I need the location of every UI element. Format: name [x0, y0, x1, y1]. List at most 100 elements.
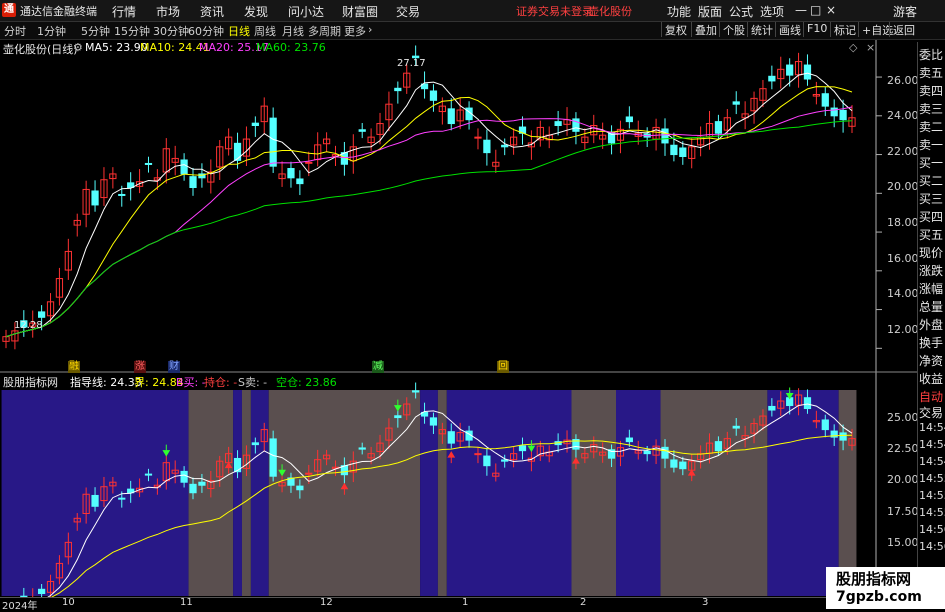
right-panel-label[interactable]: 卖五 — [919, 64, 943, 81]
draw-line-button[interactable]: 画线 — [775, 22, 804, 37]
indicator-candle-body — [429, 417, 438, 426]
tab-weekly[interactable]: 周线 — [254, 23, 276, 39]
candlestick-series — [2, 45, 856, 350]
chevron-right-icon[interactable]: › — [368, 23, 372, 36]
tick-time: 14:56 — [919, 540, 945, 553]
right-panel-label[interactable]: 总量 — [919, 298, 943, 315]
indicator-candle-body — [839, 432, 847, 441]
back-button[interactable]: 返回 — [889, 22, 918, 37]
menu-quotes[interactable]: 行情 — [112, 3, 136, 20]
tab-daily[interactable]: 日线 — [228, 23, 250, 39]
right-panel-label[interactable]: 卖三 — [919, 100, 943, 117]
indicator-tick: 20.00 — [887, 473, 919, 486]
right-panel-label[interactable]: 涨幅 — [919, 280, 943, 297]
tab-60min[interactable]: 60分钟 — [188, 23, 224, 39]
tab-intraday[interactable]: 分时 — [4, 23, 26, 39]
event-marker[interactable]: 回 — [497, 361, 509, 373]
indicator-candle-body — [296, 485, 304, 491]
right-panel-label[interactable]: 买五 — [919, 226, 943, 243]
indicator-candle-body — [661, 446, 669, 459]
indicator-tick: 25.00 — [887, 411, 919, 424]
stats-button[interactable]: 统计 — [747, 22, 776, 37]
right-panel-label[interactable]: 换手 — [919, 334, 943, 351]
tab-30min[interactable]: 30分钟 — [153, 23, 189, 39]
menu-layout[interactable]: 版面 — [698, 3, 722, 20]
indicator-band — [660, 390, 768, 596]
login-warning[interactable]: 证券交易未登录 — [516, 3, 593, 19]
indicator-name: 股朋指标网 — [3, 376, 58, 389]
event-marker[interactable]: 融 — [68, 361, 80, 373]
tab-15min[interactable]: 15分钟 — [114, 23, 150, 39]
indicator-candle-body — [412, 390, 420, 393]
candle-body — [233, 142, 242, 161]
guest-label[interactable]: 游客 — [893, 3, 917, 20]
price-tick: 20.00 — [887, 180, 919, 193]
date-label: 1 — [462, 597, 469, 608]
right-panel-label[interactable]: 外盘 — [919, 316, 943, 333]
menu-news[interactable]: 资讯 — [200, 3, 224, 20]
auto-trade-label[interactable]: 自动 — [919, 388, 943, 405]
tab-multi-period[interactable]: 多周期 — [308, 23, 341, 39]
right-panel-label[interactable]: 卖二 — [919, 118, 943, 135]
event-marker[interactable]: 减 — [372, 361, 384, 373]
price-axis-ticks — [876, 76, 882, 349]
tick-time: 14:55 — [919, 506, 945, 519]
right-panel-label[interactable]: 买三 — [919, 190, 943, 207]
menu-market[interactable]: 市场 — [156, 3, 180, 20]
high-price-label: 27.17 — [397, 58, 426, 69]
date-label: 3 — [702, 597, 709, 608]
right-panel-label[interactable]: 现价 — [919, 244, 943, 261]
app-title: 通达信金融终端 — [20, 5, 97, 18]
event-marker[interactable]: 涨 — [134, 361, 146, 373]
indicator-candle-body — [643, 450, 651, 455]
tab-5min[interactable]: 5分钟 — [81, 23, 110, 39]
event-marker[interactable]: 财 — [168, 361, 180, 373]
stock-button[interactable]: 个股 — [719, 22, 748, 37]
right-panel-label[interactable]: 买二 — [919, 172, 943, 189]
right-panel-label[interactable]: 净资 — [919, 352, 943, 369]
candle-body — [821, 93, 829, 107]
menu-formula[interactable]: 公式 — [729, 3, 753, 20]
close-button[interactable]: × — [826, 3, 836, 17]
indicator-candle-body — [269, 438, 277, 477]
menu-wealth[interactable]: 财富圈 — [342, 3, 378, 20]
indicator-candle-body — [233, 457, 242, 473]
menu-function[interactable]: 功能 — [667, 3, 691, 20]
tab-monthly[interactable]: 月线 — [282, 23, 304, 39]
kline-chart[interactable] — [0, 40, 917, 597]
menu-ask[interactable]: 问小达 — [288, 3, 324, 20]
candle-body — [287, 168, 295, 179]
right-panel-label[interactable]: 买一 — [919, 154, 943, 171]
candle-body — [483, 139, 491, 154]
restore-rights-button[interactable]: 复权 — [661, 22, 690, 37]
mark-button[interactable]: 标记 — [830, 22, 859, 37]
f10-button[interactable]: F10 — [803, 22, 830, 37]
menu-options[interactable]: 选项 — [760, 3, 784, 20]
candle-body — [38, 311, 46, 318]
right-panel-label[interactable]: 收益 — [919, 370, 943, 387]
minimize-button[interactable]: — — [795, 3, 807, 17]
tab-1min[interactable]: 1分钟 — [37, 23, 66, 39]
low-price-label: 12.28 — [14, 320, 43, 331]
candle-body — [144, 162, 153, 165]
menu-trade[interactable]: 交易 — [396, 3, 420, 20]
candle-body — [189, 176, 197, 188]
right-panel-label[interactable]: 涨跌 — [919, 262, 943, 279]
right-panel-label[interactable]: 委比 — [919, 46, 943, 63]
right-panel-label[interactable]: 买四 — [919, 208, 943, 225]
maximize-button[interactable]: □ — [810, 3, 821, 17]
watermark-title: 股朋指标网 — [836, 570, 912, 588]
guide-line-label: 指导线: 24.33 — [70, 376, 142, 389]
tab-more[interactable]: 更多 — [344, 23, 366, 39]
date-label: 2024年 — [2, 601, 38, 612]
indicator-band — [616, 390, 661, 596]
candle-body — [679, 147, 687, 157]
menu-discover[interactable]: 发现 — [244, 3, 268, 20]
trade-label[interactable]: 交易 — [919, 404, 943, 421]
overlay-button[interactable]: 叠加 — [691, 22, 720, 37]
tick-time: 14:54 — [919, 438, 945, 451]
right-panel-label[interactable]: 卖一 — [919, 136, 943, 153]
right-panel-label[interactable]: 卖四 — [919, 82, 943, 99]
indicator-candle-body — [180, 470, 188, 483]
candle-body — [661, 128, 669, 144]
